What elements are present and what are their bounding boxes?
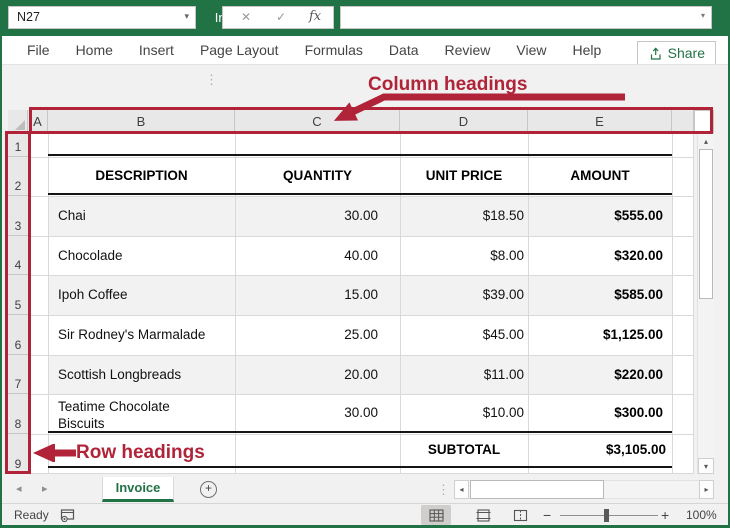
scroll-up-icon[interactable]: ▴ <box>698 134 714 148</box>
ribbon-tab-help[interactable]: Help <box>560 36 615 64</box>
vertical-scrollbar-thumb[interactable] <box>699 149 713 299</box>
cell-subtotal-amount[interactable]: $3,105.00 <box>528 434 666 466</box>
cell-quantity[interactable]: 15.00 <box>235 275 378 315</box>
sheet-nav-left-icon[interactable]: ◂ <box>16 482 22 495</box>
normal-view-button[interactable] <box>421 505 451 525</box>
cell-unit-price[interactable]: $18.50 <box>400 196 524 236</box>
share-label: Share <box>668 45 705 61</box>
cell-quantity[interactable]: 40.00 <box>235 236 378 275</box>
page-layout-view-button[interactable] <box>468 505 498 525</box>
cell-quantity[interactable]: 30.00 <box>235 394 378 432</box>
ribbon-tab-data[interactable]: Data <box>376 36 432 64</box>
select-all-corner[interactable] <box>8 110 28 133</box>
zoom-in-button[interactable]: + <box>661 507 669 523</box>
cell-unit-price[interactable]: $8.00 <box>400 236 524 275</box>
cell-unit-price[interactable]: $45.00 <box>400 315 524 355</box>
cell-description[interactable]: Chocolade <box>58 236 233 275</box>
zoom-slider-thumb[interactable] <box>604 509 609 522</box>
horizontal-scrollbar-thumb[interactable] <box>470 480 604 499</box>
sheet-nav-right-icon[interactable]: ▸ <box>42 482 48 495</box>
ribbon-tab-review[interactable]: Review <box>432 36 504 64</box>
formula-bar-expand-icon[interactable]: ▾ <box>701 11 705 20</box>
page-break-preview-button[interactable] <box>505 505 535 525</box>
tab-bar-separator: ⋮ <box>437 482 450 498</box>
cell-unit-price[interactable]: $10.00 <box>400 394 524 432</box>
formula-bar-input[interactable]: ▾ <box>340 6 712 29</box>
cell-amount[interactable]: $1,125.00 <box>528 315 663 355</box>
cell-quantity[interactable]: 20.00 <box>235 355 378 394</box>
cell-description[interactable]: Ipoh Coffee <box>58 275 233 315</box>
zoom-out-button[interactable]: − <box>543 507 551 523</box>
sheet-tab-invoice[interactable]: Invoice <box>102 477 174 502</box>
cell-amount[interactable]: $585.00 <box>528 275 663 315</box>
cell-unit-price[interactable]: $39.00 <box>400 275 524 315</box>
ribbon-tab-row: File Home Insert Page Layout Formulas Da… <box>2 36 728 64</box>
status-mode: Ready <box>14 508 49 522</box>
ribbon-tab-view[interactable]: View <box>503 36 559 64</box>
ribbon-tab-home[interactable]: Home <box>63 36 126 64</box>
name-box-value: N27 <box>17 10 40 24</box>
status-bar: Ready − + 100% <box>2 503 728 526</box>
cell-description-header[interactable]: DESCRIPTION <box>48 157 235 194</box>
row-headings-highlight-box <box>5 131 31 474</box>
name-box-caret-icon[interactable]: ▾ <box>184 11 189 22</box>
zoom-level[interactable]: 100% <box>686 508 717 522</box>
name-box[interactable]: N27 ▾ <box>8 6 196 29</box>
excel-window: ↺ ▾ ↻ ▾ Invoice.xlsx - Excel ✕ File Home… <box>0 0 730 528</box>
new-sheet-button[interactable]: + <box>200 481 217 498</box>
cell-description[interactable]: Scottish Longbreads <box>58 355 233 394</box>
cell-amount[interactable]: $555.00 <box>528 196 663 236</box>
cell-quantity[interactable]: 30.00 <box>235 196 378 236</box>
row-headings-arrow <box>24 444 80 462</box>
ribbon-tab-formulas[interactable]: Formulas <box>292 36 376 64</box>
ribbon-tab-page-layout[interactable]: Page Layout <box>187 36 292 64</box>
share-button[interactable]: Share <box>637 41 716 65</box>
column-headings-arrow <box>320 88 632 126</box>
cell-unit-price[interactable]: $11.00 <box>400 355 524 394</box>
select-all-triangle-icon <box>15 120 25 130</box>
cell-description[interactable]: Chai <box>58 196 233 236</box>
cell-amount-header[interactable]: AMOUNT <box>528 157 672 194</box>
cell-amount[interactable]: $220.00 <box>528 355 663 394</box>
scroll-right-icon[interactable]: ▸ <box>699 480 714 499</box>
insert-function-icon[interactable]: fx <box>309 9 321 24</box>
zoom-slider-track[interactable] <box>560 515 658 516</box>
scroll-left-icon[interactable]: ◂ <box>454 480 469 499</box>
cell-unit-price-header[interactable]: UNIT PRICE <box>400 157 528 194</box>
formula-button-box: ✕ ✓ fx <box>222 6 334 29</box>
scroll-down-icon[interactable]: ▾ <box>698 458 714 474</box>
cell-subtotal-label[interactable]: SUBTOTAL <box>400 434 528 466</box>
cell-quantity[interactable]: 25.00 <box>235 315 378 355</box>
sheet-tab-bar: ◂ ▸ Invoice + ⋮ ◂ ▸ <box>2 477 728 503</box>
cell-amount[interactable]: $300.00 <box>528 394 663 432</box>
cell-quantity-header[interactable]: QUANTITY <box>235 157 400 194</box>
cancel-icon[interactable]: ✕ <box>241 10 251 24</box>
macro-record-icon[interactable] <box>60 508 75 522</box>
cell-amount[interactable]: $320.00 <box>528 236 663 275</box>
ribbon-tab-insert[interactable]: Insert <box>126 36 187 64</box>
row-headings-label: Row headings <box>76 442 205 464</box>
ribbon-tab-file[interactable]: File <box>14 36 63 64</box>
window-border-left <box>0 36 2 528</box>
cell-description[interactable]: Teatime Chocolate Biscuits <box>58 398 198 432</box>
share-icon <box>648 46 663 61</box>
cell-description[interactable]: Sir Rodney's Marmalade <box>58 315 233 355</box>
enter-icon[interactable]: ✓ <box>276 10 286 24</box>
formula-bar-separator: ⋮ <box>205 72 218 88</box>
